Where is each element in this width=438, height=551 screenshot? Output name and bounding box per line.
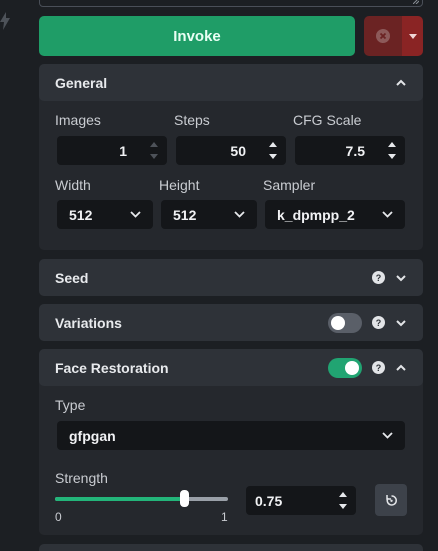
steps-value: 50	[230, 143, 246, 159]
chevron-down-icon	[408, 33, 417, 39]
chevron-down-icon[interactable]	[395, 317, 407, 329]
images-input[interactable]: 1	[57, 136, 167, 165]
strength-max-label: 1	[221, 510, 228, 524]
invoke-button[interactable]: Invoke	[39, 16, 355, 56]
cfg-scale-value: 7.5	[345, 143, 365, 159]
seed-panel: Seed ?	[39, 259, 423, 296]
panel-title: Seed	[55, 269, 89, 286]
type-value: gfpgan	[69, 427, 116, 444]
chevron-down-icon	[130, 211, 141, 218]
images-label: Images	[55, 112, 101, 128]
help-icon[interactable]: ?	[372, 316, 385, 329]
strength-value: 0.75	[255, 493, 283, 509]
cfg-scale-stepper[interactable]	[387, 140, 397, 161]
images-stepper[interactable]	[149, 140, 159, 161]
strength-slider-thumb[interactable]	[180, 490, 190, 507]
panel-title: Variations	[55, 314, 122, 331]
width-select[interactable]: 512	[57, 200, 153, 229]
type-select[interactable]: gfpgan	[57, 421, 405, 450]
type-label: Type	[55, 397, 86, 413]
steps-stepper[interactable]	[268, 140, 278, 161]
images-value: 1	[119, 143, 127, 159]
chevron-down-icon	[382, 211, 393, 218]
resize-grip-icon[interactable]	[413, 0, 419, 4]
strength-stepper[interactable]	[338, 490, 348, 511]
strength-slider[interactable]	[55, 497, 228, 501]
app-root: Invoke General Images Steps CFG Scale 1	[0, 0, 438, 551]
steps-input[interactable]: 50	[176, 136, 286, 165]
chevron-up-icon[interactable]	[395, 77, 407, 89]
cancel-button[interactable]	[364, 16, 402, 56]
panel-title: General	[55, 74, 108, 91]
face-restoration-toggle[interactable]	[328, 357, 362, 378]
strength-input[interactable]: 0.75	[246, 486, 356, 515]
variations-header[interactable]: Variations ?	[39, 304, 423, 341]
height-label: Height	[159, 177, 200, 193]
cfg-scale-label: CFG Scale	[293, 112, 362, 128]
reset-icon	[385, 494, 397, 506]
cfg-scale-input[interactable]: 7.5	[295, 136, 405, 165]
width-label: Width	[55, 177, 91, 193]
next-panel	[39, 544, 423, 551]
general-header[interactable]: General	[39, 64, 423, 101]
left-rail	[0, 0, 22, 551]
help-icon[interactable]: ?	[372, 271, 385, 284]
height-select[interactable]: 512	[161, 200, 257, 229]
face-restoration-header[interactable]: Face Restoration ?	[39, 349, 423, 386]
strength-min-label: 0	[55, 510, 62, 524]
chevron-down-icon	[234, 211, 245, 218]
seed-header[interactable]: Seed ?	[39, 259, 423, 296]
help-icon[interactable]: ?	[372, 361, 385, 374]
steps-label: Steps	[174, 112, 210, 128]
width-value: 512	[69, 206, 93, 223]
panel-title: Face Restoration	[55, 359, 169, 376]
sampler-value: k_dpmpp_2	[277, 206, 355, 223]
chevron-down-icon	[382, 432, 393, 439]
chevron-down-icon[interactable]	[395, 272, 407, 284]
sampler-select[interactable]: k_dpmpp_2	[265, 200, 405, 229]
reset-strength-button[interactable]	[375, 484, 407, 516]
height-value: 512	[173, 206, 197, 223]
x-circle-icon	[376, 29, 390, 43]
variations-toggle[interactable]	[328, 312, 362, 333]
variations-panel: Variations ?	[39, 304, 423, 341]
cancel-menu-button[interactable]	[402, 16, 423, 56]
strength-slider-fill	[55, 497, 185, 501]
sampler-label: Sampler	[263, 177, 316, 193]
chevron-up-icon[interactable]	[395, 362, 407, 374]
strength-label: Strength	[55, 470, 108, 486]
prompt-textarea[interactable]	[39, 0, 423, 7]
lightning-icon	[0, 12, 10, 30]
